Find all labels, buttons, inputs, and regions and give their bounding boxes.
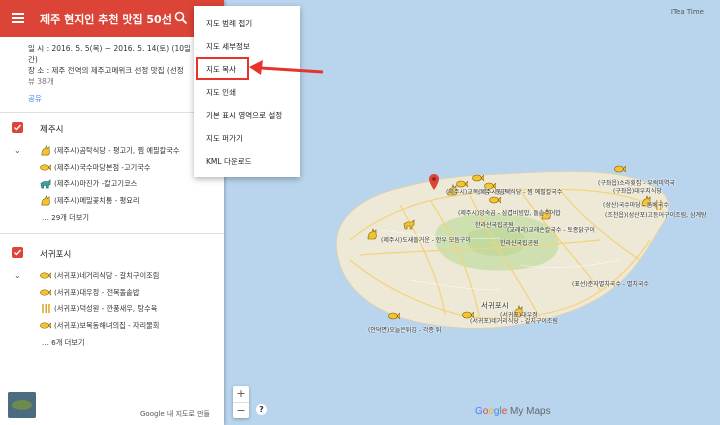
- map-label: (제주시)도새돌거운 - 한우 모듬구이: [381, 237, 471, 244]
- footer-attribution: Google 내 지도로 만들: [140, 410, 210, 418]
- panel-header: 제주 현지인 추천 맛집 50선: [0, 0, 224, 37]
- map-label: (구좌읍)대우지식당: [613, 188, 662, 195]
- map-label: (안덕면)오늘은튀김 - 각종 튀: [368, 327, 442, 334]
- show-more-label: ... 6개 더보기: [42, 338, 85, 347]
- list-item-label: (서귀포)네거리식당 - 갈치구이조림: [54, 271, 160, 280]
- map-label: (조천읍)(성산포)고등어구이조림, 삼계탕: [605, 212, 707, 219]
- layer-header: 제주시: [0, 113, 224, 143]
- cat-icon: [41, 145, 50, 156]
- layer-items: ⌄ (제주시)곰탁식당 - 평고기, 찜 예필칼국수 (제주시)국수마당본점 -…: [0, 143, 224, 233]
- fish-marker[interactable]: [614, 163, 626, 175]
- map-attribution-label: ITea Time: [670, 8, 704, 16]
- map-thumbnail[interactable]: [8, 392, 36, 418]
- show-more-link[interactable]: ... 6개 더보기: [0, 334, 224, 354]
- list-item[interactable]: (서귀포)네거리식당 - 갈치구이조림: [0, 268, 224, 285]
- list-item[interactable]: (제주시)마진가 -칼고기코스: [0, 176, 224, 193]
- list-item-label: (제주시)메밀꽃치통 - 평요리: [54, 195, 140, 205]
- dog-icon: [40, 179, 51, 189]
- list-item[interactable]: (서귀포)덕성원 - 깐풍새우, 탕수육: [0, 301, 224, 318]
- layer-name: 제주시: [40, 125, 64, 135]
- menu-item-set-default-view[interactable]: 기본 표시 영역으로 설정: [194, 104, 300, 126]
- map-label: (제주시)곰탁식당 - 찜 예필칼국수: [478, 189, 563, 196]
- menu-item-map-details[interactable]: 지도 세부정보: [194, 35, 300, 57]
- layer-checkbox[interactable]: [12, 247, 23, 258]
- menu-item-kml-download[interactable]: KML 다운로드: [194, 150, 300, 172]
- map-thumbnail-image: [8, 392, 36, 418]
- list-item[interactable]: (서귀포)보목동해녀의집 - 자리물회: [0, 318, 224, 335]
- show-more-label: ... 29개 더보기: [42, 213, 90, 222]
- map-label: (표선)춘자멸치국수 - 멸치국수: [572, 281, 649, 288]
- layer-jeju-si: 제주시 ⌄ (제주시)곰탁식당 - 평고기, 찜 예필칼국수 (제주시)국수마당…: [0, 113, 224, 234]
- list-item[interactable]: (제주시)국수마당본점 -고기국수: [0, 160, 224, 177]
- menu-item-print-map[interactable]: 지도 인쇄: [194, 81, 300, 103]
- search-icon[interactable]: [174, 11, 188, 25]
- map-label: (교래리)교래손칼국수 - 토종닭구이: [507, 227, 595, 234]
- list-item-label: (제주시)마진가 -칼고기코스: [54, 179, 138, 188]
- list-item-label: (서귀포)덕성원 - 깐풍새우, 탕수육: [54, 304, 158, 313]
- map-options-menu: 지도 범례 접기 지도 세부정보 지도 복사 지도 인쇄 기본 표시 영역으로 …: [194, 6, 300, 177]
- list-item-label: (서귀포)대우정 - 전복돌솥밥: [54, 287, 140, 297]
- list-item[interactable]: (제주시)메밀꽃치통 - 평요리: [0, 193, 224, 210]
- description-line: 장 소 : 제주 전역의 제주고메위크 선정 맛집 (선정: [28, 66, 184, 75]
- zoom-control: + −: [233, 386, 249, 418]
- map-title: 제주 현지인 추천 맛집 50선: [40, 13, 172, 26]
- menu-item-embed-map[interactable]: 지도 퍼가기: [194, 127, 300, 149]
- help-button[interactable]: ?: [256, 404, 267, 415]
- highlight-annotation: [196, 57, 249, 80]
- google-my-maps-logo: Google My Maps: [475, 406, 551, 417]
- zoom-in-button[interactable]: +: [233, 386, 249, 402]
- list-item-label: (제주시)곰탁식당 - 평고기, 찜 예필칼국수: [54, 146, 180, 155]
- cat-marker[interactable]: [366, 228, 378, 240]
- map-label: (서귀포)대우정: [500, 312, 538, 319]
- view-count: 뷰 38개: [28, 77, 54, 86]
- menu-icon[interactable]: [12, 13, 24, 23]
- map-pin-red[interactable]: [429, 174, 439, 190]
- fish-marker[interactable]: [472, 172, 484, 184]
- zoom-out-button[interactable]: −: [233, 403, 249, 419]
- fish-marker[interactable]: [388, 310, 400, 322]
- layer-items: ⌄ (서귀포)네거리식당 - 갈치구이조림 (서귀포)대우정 - 전복돌솥밥 (…: [0, 268, 224, 358]
- menu-item-collapse-legend[interactable]: 지도 범례 접기: [194, 12, 300, 34]
- layer-seogwipo-si: 서귀포시 ⌄ (서귀포)네거리식당 - 갈치구이조림 (서귀포)대우정 - 전복…: [0, 238, 224, 358]
- fish-icon: [40, 163, 51, 171]
- map-label: (성산)국수마당 - 돔베국수: [603, 202, 669, 209]
- fish-icon: [40, 321, 51, 329]
- layer-name: 서귀포시: [40, 250, 72, 260]
- map-description: 일 시 : 2016. 5. 5(목) ~ 2016. 5. 14(토) (10…: [0, 37, 224, 113]
- fish-icon: [40, 288, 51, 296]
- list-item[interactable]: (제주시)곰탁식당 - 평고기, 찜 예필칼국수: [0, 143, 224, 160]
- fish-icon: [40, 272, 51, 279]
- description-line: 간): [28, 55, 38, 64]
- list-item[interactable]: (서귀포)대우정 - 전복돌솥밥: [0, 285, 224, 302]
- arrow-annotation-icon: [249, 60, 324, 75]
- map-label: 한라산국립공원: [500, 240, 539, 247]
- cat-icon: [41, 194, 50, 205]
- layer-checkbox[interactable]: [12, 122, 23, 133]
- layer-header: 서귀포시: [0, 238, 224, 268]
- legend-panel: 제주 현지인 추천 맛집 50선 일 시 : 2016. 5. 5(목) ~ 2…: [0, 0, 224, 425]
- fork-knife-icon: [42, 303, 50, 314]
- list-item-label: (제주시)국수마당본점 -고기국수: [54, 162, 151, 172]
- list-item-label: (서귀포)보목동해녀의집 - 자리물회: [54, 320, 160, 330]
- show-more-link[interactable]: ... 29개 더보기: [0, 209, 224, 229]
- map-label: (제주시)앙숙곱 - 삼겹비빔밥, 돌솥주어밥: [458, 210, 561, 217]
- description-line: 일 시 : 2016. 5. 5(목) ~ 2016. 5. 14(토) (10…: [28, 44, 191, 53]
- dog-marker[interactable]: [403, 218, 415, 230]
- share-link[interactable]: 공유: [28, 93, 214, 104]
